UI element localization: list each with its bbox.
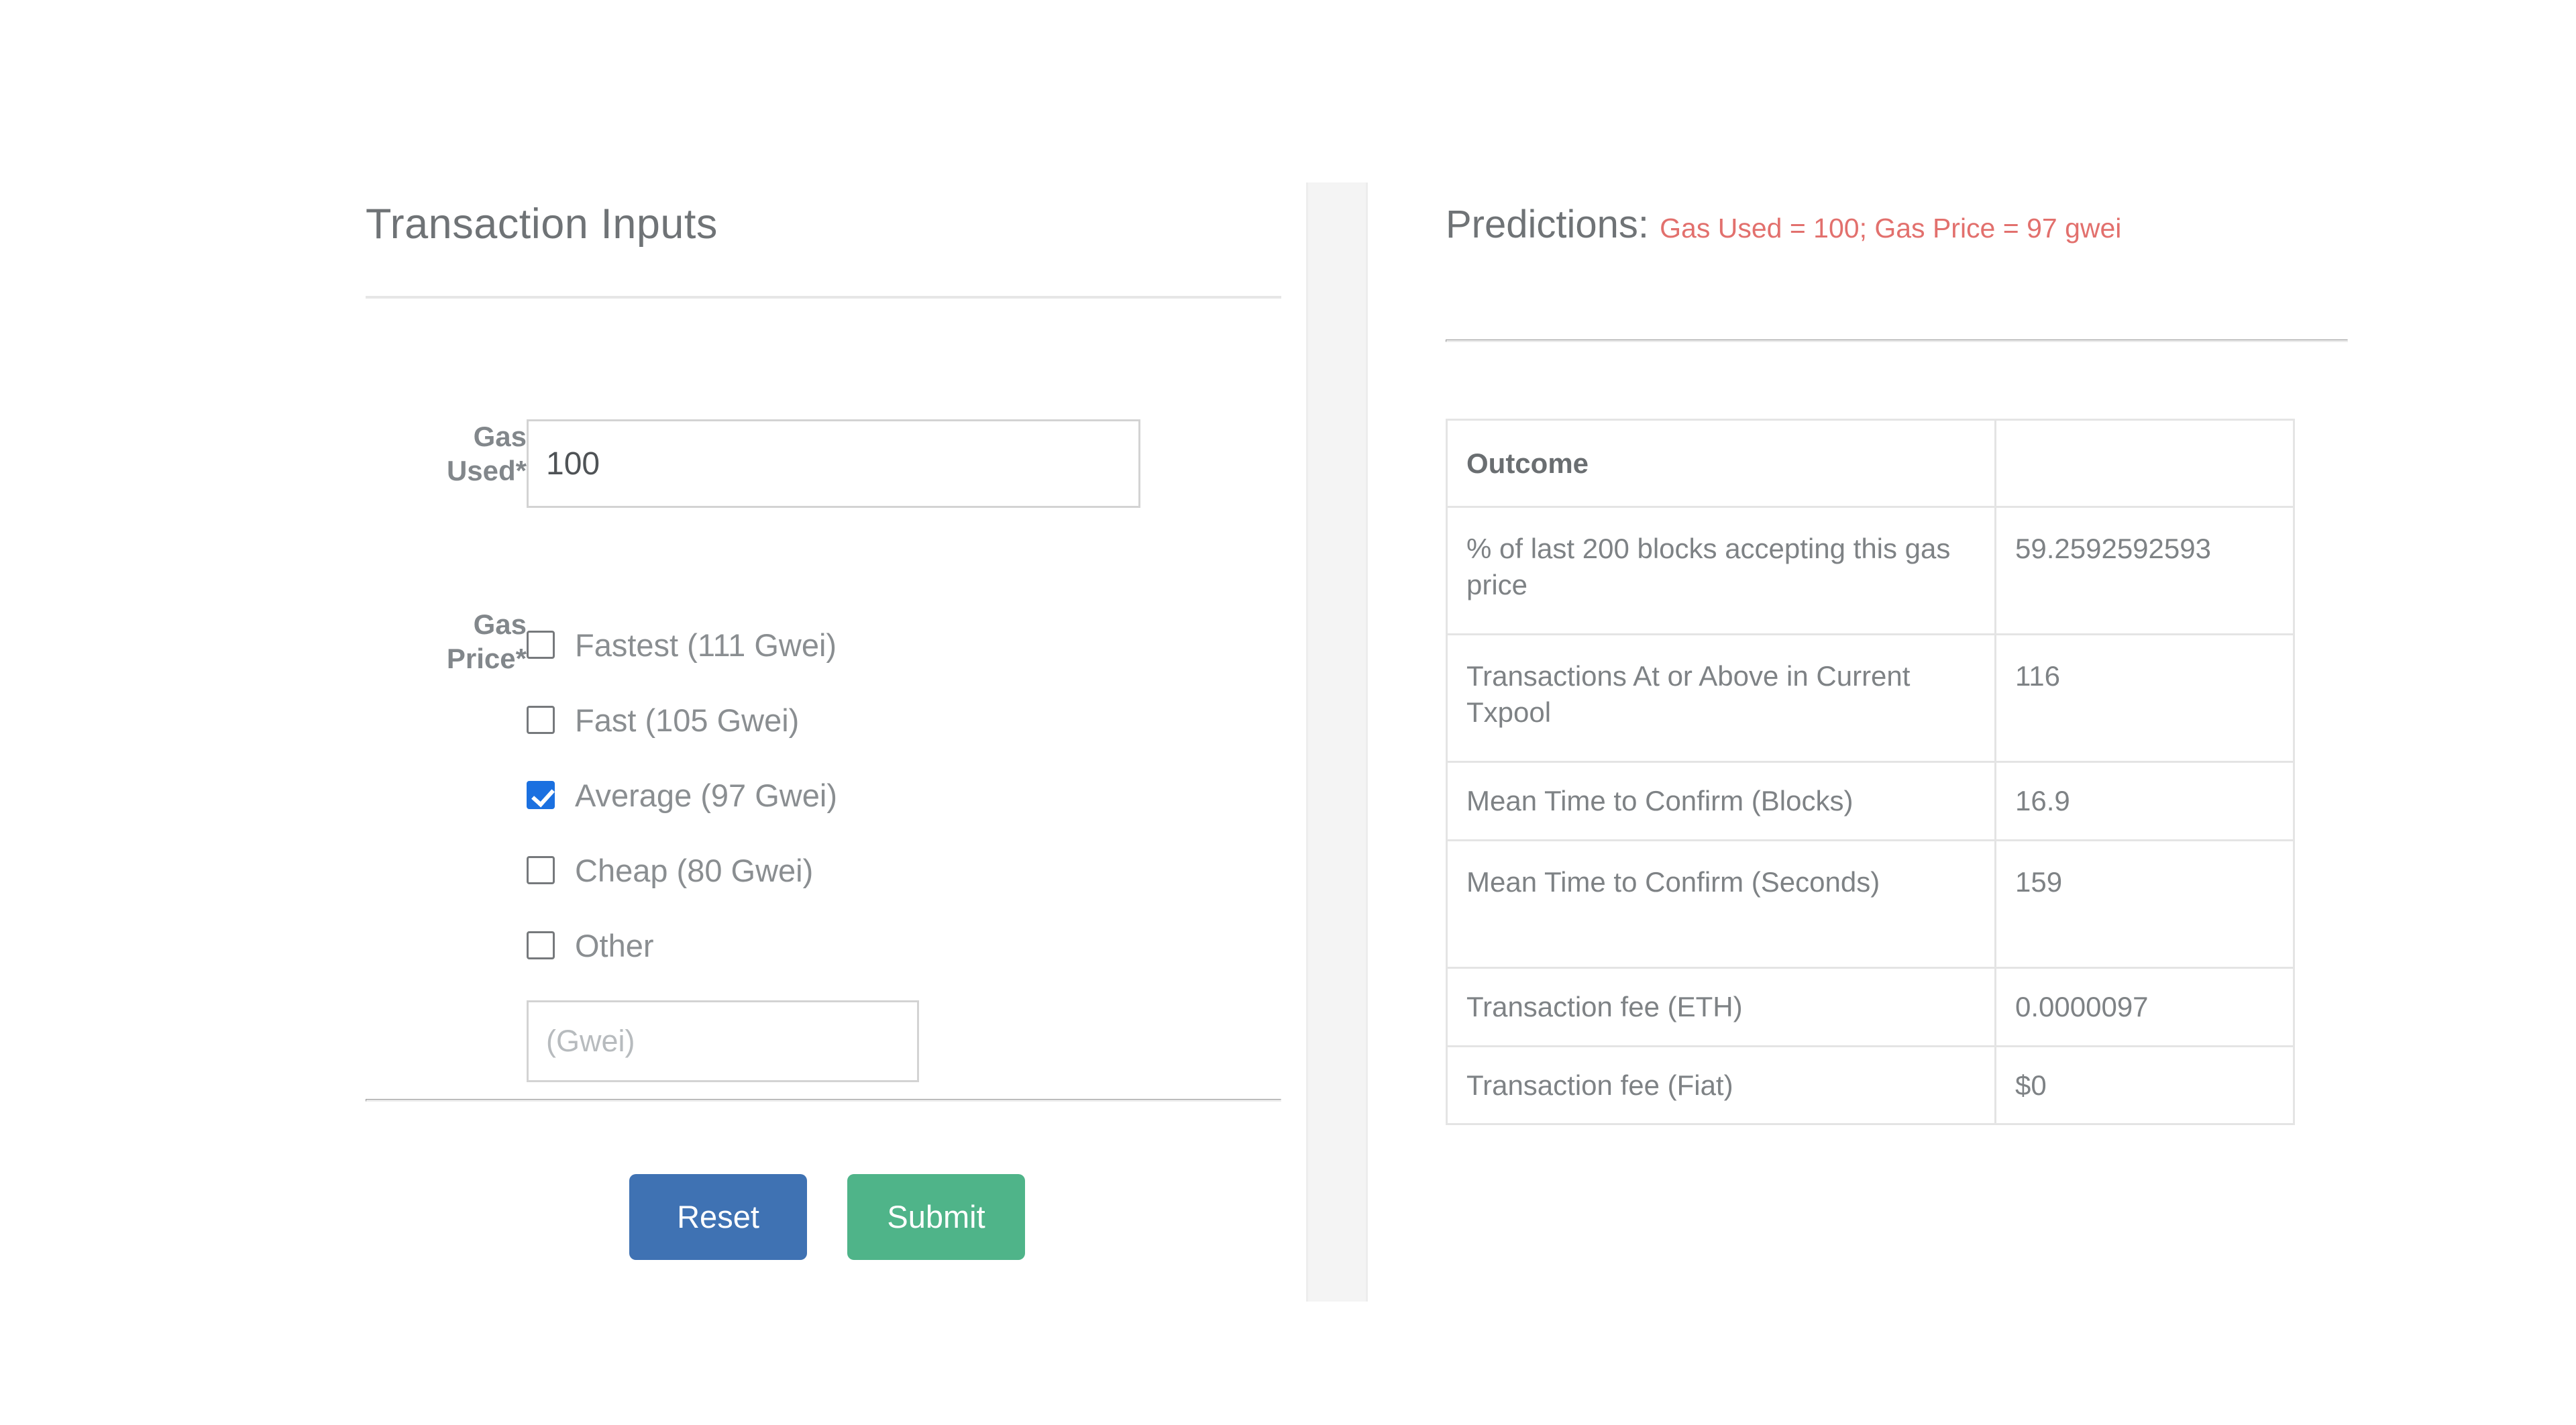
gas-used-label-line1: Gas [473, 421, 527, 452]
value-cell: 159 [1994, 839, 2295, 969]
gas-used-field-row: Gas Used* [366, 419, 1140, 508]
page-canvas: Transaction Inputs Gas Used* Gas Price* … [0, 0, 2576, 1425]
gas-price-option-average[interactable]: Average (97 Gwei) [527, 757, 919, 833]
checkbox-checked-icon[interactable] [527, 781, 555, 809]
predictions-table: Outcome % of last 200 blocks accepting t… [1446, 419, 2295, 1126]
form-bottom-divider [366, 1099, 1281, 1102]
value-cell: 16.9 [1994, 761, 2295, 841]
checkbox-unchecked-icon[interactable] [527, 856, 555, 884]
gas-price-option-fast[interactable]: Fast (105 Gwei) [527, 682, 919, 757]
gas-price-option-cheap[interactable]: Cheap (80 Gwei) [527, 833, 919, 908]
page-title: Transaction Inputs [366, 201, 718, 248]
title-divider [366, 296, 1281, 299]
predictions-divider [1446, 339, 2348, 342]
column-header-outcome: Outcome [1446, 419, 1996, 508]
gas-price-option-label: Average (97 Gwei) [575, 777, 837, 813]
table-row: % of last 200 blocks accepting this gas … [1446, 506, 2295, 635]
gas-price-field-row: Gas Price* Fastest (111 Gwei) Fast (105 … [366, 607, 919, 1082]
value-cell: 0.0000097 [1994, 966, 2295, 1047]
submit-button[interactable]: Submit [847, 1174, 1025, 1260]
panel-divider [1306, 182, 1368, 1302]
gas-used-label: Gas Used* [366, 419, 527, 508]
other-gwei-input[interactable] [527, 1000, 919, 1082]
value-cell: $0 [1994, 1045, 2295, 1126]
gas-price-option-label: Fastest (111 Gwei) [575, 627, 837, 663]
gas-price-option-other[interactable]: Other [527, 908, 919, 983]
outcome-cell: Mean Time to Confirm (Seconds) [1446, 839, 1996, 969]
checkbox-unchecked-icon[interactable] [527, 931, 555, 959]
column-header-value [1994, 419, 2295, 508]
outcome-cell: Transaction fee (Fiat) [1446, 1045, 1996, 1126]
predictions-panel: Predictions: Gas Used = 100; Gas Price =… [1446, 201, 2361, 249]
transaction-inputs-panel: Transaction Inputs Gas Used* Gas Price* … [366, 201, 1285, 1082]
predictions-heading-main: Predictions: [1446, 203, 1650, 246]
reset-button[interactable]: Reset [629, 1174, 807, 1260]
predictions-heading-sub: Gas Used = 100; Gas Price = 97 gwei [1660, 213, 2122, 244]
outcome-cell: Transaction fee (ETH) [1446, 966, 1996, 1047]
gas-price-option-fastest[interactable]: Fastest (111 Gwei) [527, 607, 919, 682]
gas-price-option-label: Other [575, 927, 654, 963]
table-row: Mean Time to Confirm (Seconds) 159 [1446, 839, 2295, 969]
table-row: Transaction fee (Fiat) $0 [1446, 1045, 2295, 1126]
gas-price-label: Gas Price* [366, 607, 527, 1082]
outcome-cell: Mean Time to Confirm (Blocks) [1446, 761, 1996, 841]
gas-price-label-line2: Price* [446, 643, 527, 675]
outcome-cell: % of last 200 blocks accepting this gas … [1446, 506, 1996, 635]
value-cell: 59.2592592593 [1994, 506, 2295, 635]
checkbox-unchecked-icon[interactable] [527, 631, 555, 659]
value-cell: 116 [1994, 633, 2295, 763]
gas-price-label-line1: Gas [473, 609, 527, 640]
form-actions: Reset Submit [629, 1174, 1025, 1260]
table-header-row: Outcome [1446, 419, 2295, 508]
gas-price-option-label: Fast (105 Gwei) [575, 702, 800, 738]
table-row: Transaction fee (ETH) 0.0000097 [1446, 966, 2295, 1047]
gas-price-option-label: Cheap (80 Gwei) [575, 852, 814, 888]
predictions-heading: Predictions: Gas Used = 100; Gas Price =… [1446, 201, 2284, 249]
table-row: Mean Time to Confirm (Blocks) 16.9 [1446, 761, 2295, 841]
gas-used-input[interactable] [527, 419, 1140, 508]
gas-price-options: Fastest (111 Gwei) Fast (105 Gwei) Avera… [527, 607, 919, 1082]
outcome-cell: Transactions At or Above in Current Txpo… [1446, 633, 1996, 763]
gas-used-label-line2: Used* [446, 455, 527, 487]
checkbox-unchecked-icon[interactable] [527, 706, 555, 734]
table-row: Transactions At or Above in Current Txpo… [1446, 633, 2295, 763]
